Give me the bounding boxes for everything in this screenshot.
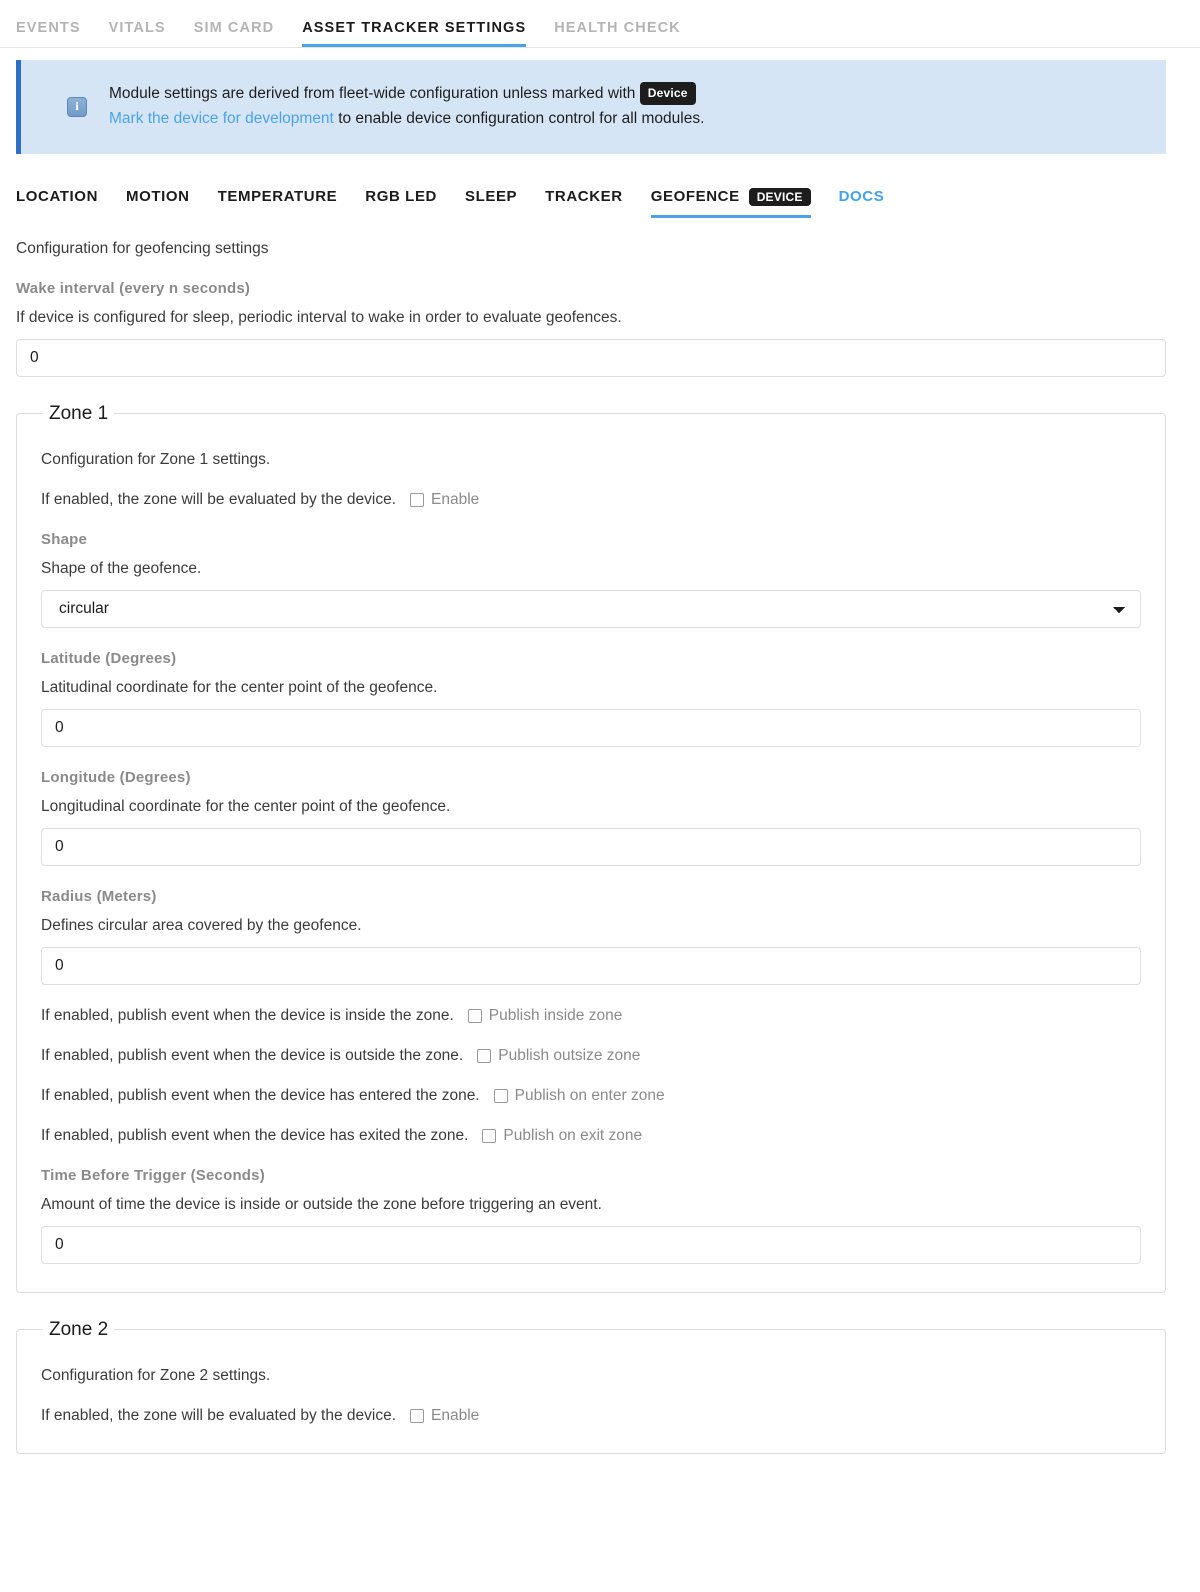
module-tab-temperature[interactable]: TEMPERATURE	[218, 188, 338, 217]
zone-1-enable-checkbox-label[interactable]: Enable	[410, 491, 479, 509]
module-nav: LOCATION MOTION TEMPERATURE RGB LED SLEE…	[0, 154, 1200, 218]
info-icon: i	[67, 96, 87, 117]
zone-1-publish-enter-checkbox[interactable]	[493, 1088, 508, 1103]
zone-1-publish-inside-text: If enabled, publish event when the devic…	[41, 1006, 454, 1024]
device-badge: Device	[639, 82, 696, 106]
module-tab-geofence-label: GEOFENCE	[650, 188, 740, 206]
zone-1-radius-input[interactable]	[41, 946, 1141, 985]
zone-2-enable-text: If enabled, the zone will be evaluated b…	[41, 1406, 397, 1424]
zone-1-publish-exit-text: If enabled, publish event when the devic…	[41, 1126, 469, 1144]
zone-2-legend: Zone 2	[49, 1318, 109, 1340]
zone-1-shape-help: Shape of the geofence.	[41, 559, 202, 577]
zone-1-publish-exit-checkbox-label[interactable]: Publish on exit zone	[482, 1127, 642, 1145]
zone-1-description: Configuration for Zone 1 settings.	[41, 450, 271, 468]
info-banner-text: Module settings are derived from fleet-w…	[109, 82, 704, 132]
zone-1-radius-help: Defines circular area covered by the geo…	[41, 916, 362, 934]
zone-1-publish-enter-text: If enabled, publish event when the devic…	[41, 1086, 480, 1104]
module-tab-docs[interactable]: DOCS	[839, 188, 885, 217]
nav-tab-health-check[interactable]: HEALTH CHECK	[554, 20, 681, 47]
zone-1-longitude-help: Longitudinal coordinate for the center p…	[41, 797, 451, 815]
nav-tab-asset-tracker-settings[interactable]: ASSET TRACKER SETTINGS	[302, 20, 527, 47]
wake-interval-help: If device is configured for sleep, perio…	[16, 308, 622, 326]
module-tab-tracker[interactable]: TRACKER	[545, 188, 623, 217]
zone-2-description: Configuration for Zone 2 settings.	[41, 1366, 271, 1384]
zone-1-publish-enter-label-text: Publish on enter zone	[514, 1086, 665, 1104]
wake-interval-label: Wake interval (every n seconds)	[16, 279, 251, 297]
zone-2-enable-checkbox-label[interactable]: Enable	[410, 1407, 479, 1425]
zone-1-enable-checkbox[interactable]	[410, 492, 425, 507]
zone-1-enable-row: If enabled, the zone will be evaluated b…	[41, 491, 1141, 509]
zone-1-shape-select[interactable]: circular	[41, 589, 1141, 628]
zone-1-publish-enter-row: If enabled, publish event when the devic…	[41, 1087, 1141, 1105]
zone-1-trigger-time-label: Time Before Trigger (Seconds)	[41, 1166, 265, 1184]
settings-content: Configuration for geofencing settings Wa…	[0, 240, 1200, 1454]
zone-1-publish-outside-label-text: Publish outsize zone	[498, 1046, 641, 1064]
zone-1-enable-text: If enabled, the zone will be evaluated b…	[41, 490, 397, 508]
module-tab-geofence[interactable]: GEOFENCE Device	[650, 187, 811, 218]
zone-1-latitude-label: Latitude (Degrees)	[41, 649, 177, 667]
zone-1-fieldset: Zone 1 Configuration for Zone 1 settings…	[16, 402, 1166, 1293]
zone-1-trigger-time-help: Amount of time the device is inside or o…	[41, 1195, 602, 1213]
zone-1-legend: Zone 1	[49, 402, 109, 424]
zone-1-publish-inside-checkbox[interactable]	[467, 1008, 482, 1023]
module-tab-rgb-led[interactable]: RGB LED	[365, 188, 437, 217]
zone-1-latitude-input[interactable]	[41, 708, 1141, 747]
info-banner: i Module settings are derived from fleet…	[16, 60, 1166, 154]
zone-1-publish-exit-checkbox[interactable]	[482, 1128, 497, 1143]
nav-tab-sim-card[interactable]: SIM CARD	[194, 20, 275, 47]
module-tab-sleep[interactable]: SLEEP	[465, 188, 517, 217]
zone-1-publish-outside-checkbox-label[interactable]: Publish outsize zone	[477, 1047, 640, 1065]
zone-1-latitude-help: Latitudinal coordinate for the center po…	[41, 678, 438, 696]
zone-1-publish-inside-label-text: Publish inside zone	[488, 1006, 623, 1024]
zone-2-enable-label-text: Enable	[431, 1406, 480, 1424]
banner-line-1: Module settings are derived from fleet-w…	[109, 85, 636, 102]
zone-2-enable-row: If enabled, the zone will be evaluated b…	[41, 1407, 1141, 1425]
nav-tab-events[interactable]: EVENTS	[16, 20, 81, 47]
zone-1-publish-enter-checkbox-label[interactable]: Publish on enter zone	[493, 1086, 665, 1105]
zone-1-publish-exit-row: If enabled, publish event when the devic…	[41, 1127, 1141, 1145]
zone-1-publish-outside-text: If enabled, publish event when the devic…	[41, 1046, 464, 1064]
page-description: Configuration for geofencing settings	[16, 239, 269, 257]
wake-interval-input[interactable]	[16, 338, 1166, 377]
geofence-device-badge: Device	[748, 187, 811, 206]
mark-device-for-development-link[interactable]: Mark the device for development	[109, 110, 334, 127]
zone-1-enable-label-text: Enable	[431, 490, 480, 508]
module-tab-motion[interactable]: MOTION	[126, 188, 190, 217]
zone-1-publish-inside-row: If enabled, publish event when the devic…	[41, 1007, 1141, 1025]
zone-1-publish-outside-checkbox[interactable]	[477, 1048, 492, 1063]
primary-nav: EVENTS VITALS SIM CARD ASSET TRACKER SET…	[0, 0, 1200, 48]
zone-1-trigger-time-input[interactable]	[41, 1225, 1141, 1264]
zone-1-publish-inside-checkbox-label[interactable]: Publish inside zone	[467, 1006, 623, 1025]
banner-line-2: to enable device configuration control f…	[338, 109, 705, 127]
module-tab-location[interactable]: LOCATION	[16, 188, 98, 217]
zone-1-shape-label: Shape	[41, 530, 88, 548]
zone-1-longitude-input[interactable]	[41, 827, 1141, 866]
zone-1-publish-outside-row: If enabled, publish event when the devic…	[41, 1047, 1141, 1065]
zone-2-fieldset: Zone 2 Configuration for Zone 2 settings…	[16, 1318, 1166, 1454]
zone-2-enable-checkbox[interactable]	[410, 1408, 425, 1423]
nav-tab-vitals[interactable]: VITALS	[109, 20, 166, 47]
zone-1-longitude-label: Longitude (Degrees)	[41, 768, 191, 786]
zone-1-publish-exit-label-text: Publish on exit zone	[503, 1126, 643, 1144]
zone-1-radius-label: Radius (Meters)	[41, 887, 157, 905]
